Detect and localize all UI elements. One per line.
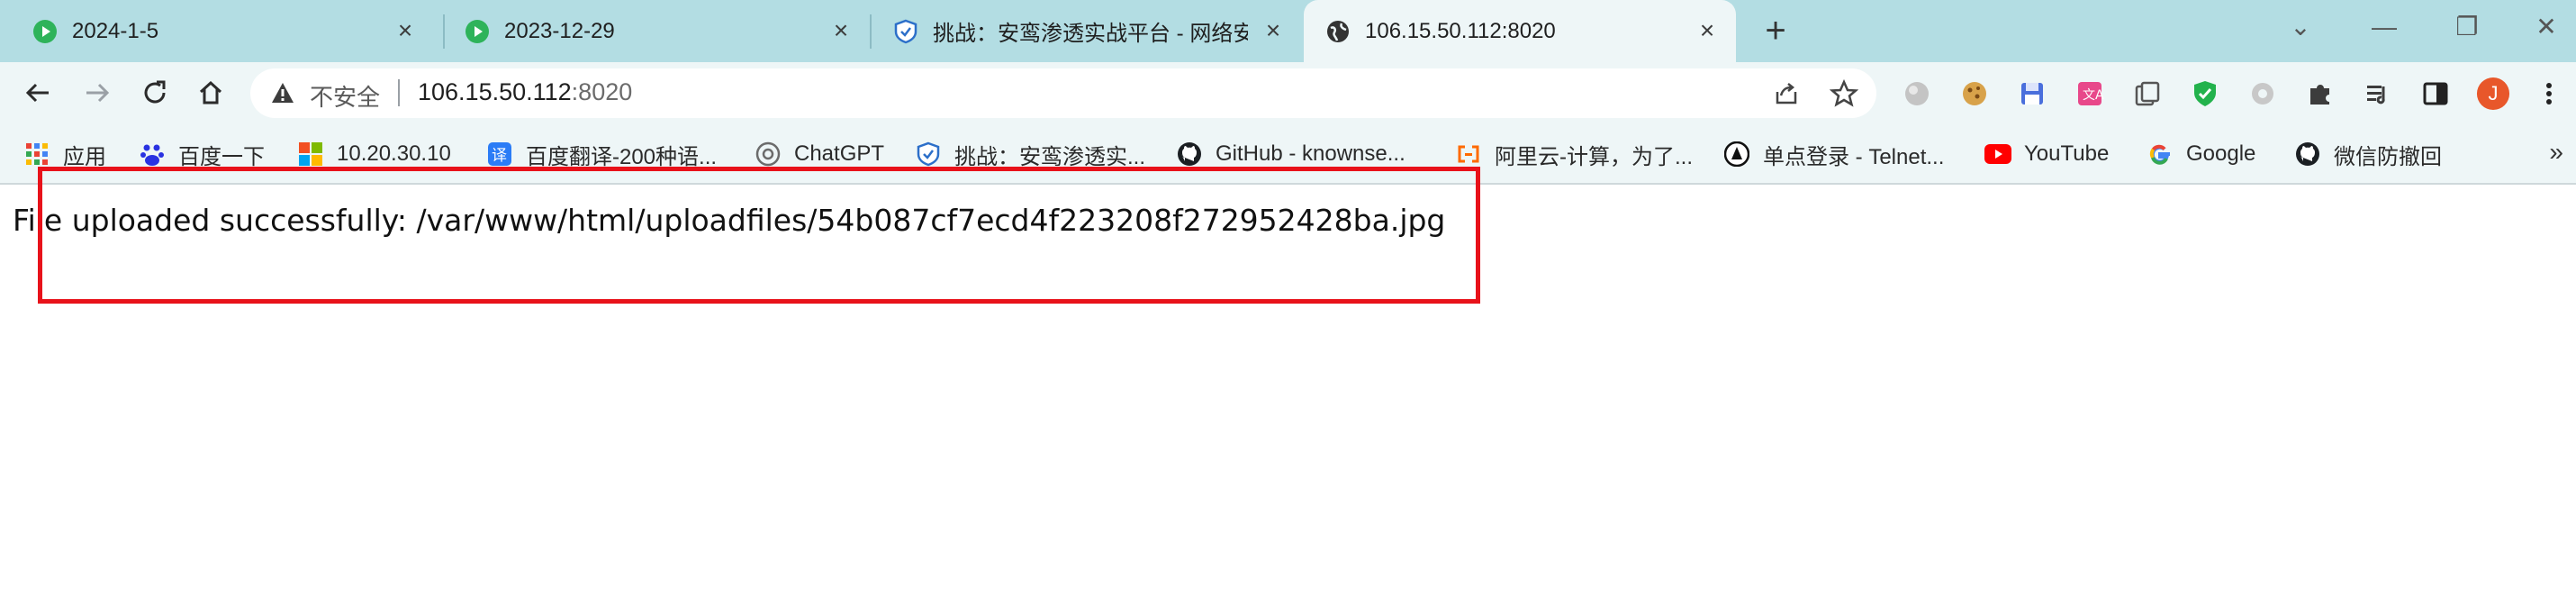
extension-tabs-icon[interactable]: [2130, 77, 2165, 111]
close-icon[interactable]: ×: [828, 18, 854, 43]
github-icon: [1176, 141, 1203, 168]
url-host: 106.15.50.112: [418, 78, 572, 105]
windows-logo-icon: [297, 141, 324, 168]
translate-icon: 译: [486, 141, 513, 168]
url-port: :8020: [571, 78, 633, 105]
extension-globe-icon[interactable]: [1900, 77, 1934, 111]
bookmark-10-20-30-10[interactable]: 10.20.30.10: [297, 139, 451, 169]
bookmark-anluan-challenge[interactable]: 挑战：安鸾渗透实...: [915, 139, 1145, 169]
bookmark-chatgpt[interactable]: ChatGPT: [755, 139, 884, 169]
bookmark-label: 10.20.30.10: [337, 141, 451, 166]
home-button[interactable]: [189, 71, 232, 114]
bookmark-label: 单点登录 - Telnet...: [1763, 144, 1945, 169]
tab-2023-12-29[interactable]: 2023-12-29 ×: [432, 0, 870, 62]
more-menu-icon[interactable]: [2532, 77, 2566, 111]
side-panel-icon[interactable]: [2418, 77, 2453, 111]
new-tab-button[interactable]: +: [1758, 13, 1793, 49]
globe-icon: [1325, 19, 1351, 44]
bookmark-baidu-translate[interactable]: 译 百度翻译-200种语...: [486, 139, 717, 169]
annotation-highlight-box: [38, 167, 1480, 304]
browser-chrome: 2024-1-5 × 2023-12-29 × 挑战：安鸾渗透实战平台 - 网络…: [0, 0, 2576, 185]
bookmark-label: 微信防撤回: [2334, 144, 2442, 169]
bookmark-youtube[interactable]: YouTube: [1984, 139, 2109, 169]
extensions-puzzle-icon[interactable]: [2303, 77, 2337, 111]
share-icon[interactable]: [1772, 79, 1801, 108]
tab-title: 2024-1-5: [72, 18, 159, 43]
url-text[interactable]: 106.15.50.112:8020: [418, 78, 632, 106]
play-green-icon: [32, 19, 58, 44]
google-icon: [2147, 141, 2174, 168]
bookmark-label: Google: [2186, 141, 2256, 166]
star-bookmark-icon[interactable]: [1829, 78, 1859, 108]
security-status[interactable]: 不安全: [310, 79, 380, 113]
tab-2024-1-5[interactable]: 2024-1-5 ×: [0, 0, 434, 62]
tab-search-dropdown-icon[interactable]: ⌄: [2273, 5, 2327, 49]
profile-initial: J: [2488, 82, 2499, 105]
bookmark-label: 挑战：安鸾渗透实...: [954, 144, 1146, 169]
tab-title: 106.15.50.112:8020: [1365, 18, 1556, 43]
bookmark-label: 百度一下: [178, 144, 265, 169]
telnet-icon: [1723, 141, 1750, 168]
extension-translate-icon[interactable]: 文A: [2073, 77, 2107, 111]
bookmark-aliyun[interactable]: 阿里云-计算，为了...: [1455, 139, 1693, 169]
reload-button[interactable]: [133, 71, 176, 114]
tab-title: 2023-12-29: [504, 18, 615, 43]
minimize-button[interactable]: —: [2357, 5, 2411, 49]
bookmark-label: 百度翻译-200种语...: [526, 144, 718, 169]
bookmark-label: ChatGPT: [794, 141, 885, 166]
bookmark-label: GitHub - knownse...: [1216, 141, 1406, 166]
tab-title: 挑战：安鸾渗透实战平台 - 网络安: [933, 22, 1248, 46]
address-bar[interactable]: 不安全 106.15.50.112:8020: [250, 68, 1876, 118]
profile-avatar[interactable]: J: [2476, 77, 2510, 111]
forward-button[interactable]: [76, 71, 119, 114]
youtube-icon: [1984, 141, 2011, 168]
bookmark-telnet-sso[interactable]: 单点登录 - Telnet...: [1723, 139, 1944, 169]
extension-gear-icon[interactable]: [2246, 77, 2280, 111]
back-button[interactable]: [16, 71, 59, 114]
close-icon[interactable]: ×: [393, 18, 418, 43]
shield-blue-icon: [915, 141, 942, 168]
bookmark-label: 阿里云-计算，为了...: [1495, 144, 1693, 169]
bookmarks-overflow-button[interactable]: »: [2549, 138, 2563, 167]
home-icon: [199, 80, 222, 105]
play-green-icon: [465, 19, 490, 44]
close-icon[interactable]: ×: [1261, 18, 1286, 43]
arrow-right-icon: [86, 83, 110, 103]
bookmark-wechat-anti-recall[interactable]: 微信防撤回: [2294, 139, 2442, 169]
media-queue-icon[interactable]: [2361, 77, 2395, 111]
tab-strip: 2024-1-5 × 2023-12-29 × 挑战：安鸾渗透实战平台 - 网络…: [0, 0, 2576, 62]
tab-active-ip[interactable]: 106.15.50.112:8020 ×: [1304, 0, 1736, 62]
bookmark-label: YouTube: [2024, 141, 2110, 166]
apps-grid-icon: [23, 141, 50, 168]
shield-blue-icon: [893, 19, 918, 44]
extension-shield-icon[interactable]: [2188, 77, 2222, 111]
close-icon[interactable]: ×: [1695, 18, 1720, 43]
bookmark-baidu[interactable]: 百度一下: [139, 139, 265, 169]
bookmark-apps[interactable]: 应用: [23, 139, 106, 169]
bookmark-label: 应用: [63, 144, 106, 169]
restore-button[interactable]: ❐: [2440, 5, 2494, 49]
github-icon: [2294, 141, 2321, 168]
bookmark-github-knownsec[interactable]: GitHub - knownse...: [1176, 139, 1406, 169]
arrow-left-icon: [25, 83, 49, 103]
extension-cookie-icon[interactable]: [1957, 77, 1992, 111]
warning-icon[interactable]: [270, 80, 295, 110]
chatgpt-icon: [755, 141, 782, 168]
close-window-button[interactable]: ✕: [2519, 5, 2573, 49]
address-divider: [398, 79, 400, 106]
baidu-paw-icon: [139, 141, 166, 168]
extension-save-icon[interactable]: [2015, 77, 2049, 111]
bookmark-google[interactable]: Google: [2147, 139, 2255, 169]
tab-anluan-challenge[interactable]: 挑战：安鸾渗透实战平台 - 网络安 ×: [864, 0, 1302, 62]
aliyun-icon: [1455, 141, 1482, 168]
svg-text:文A: 文A: [2083, 88, 2104, 103]
reload-icon: [144, 80, 166, 104]
toolbar: 不安全 106.15.50.112:8020 文A J: [0, 62, 2576, 123]
svg-text:译: 译: [492, 147, 507, 165]
